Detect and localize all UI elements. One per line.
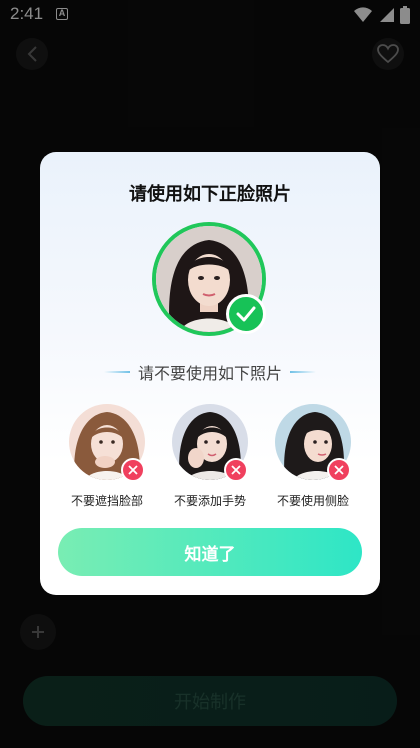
divider-left [103,371,130,373]
dialog-subtitle: 请不要使用如下照片 [137,364,282,383]
dialog-title: 请使用如下正脸照片 [129,184,291,205]
photo-guide-dialog: 请使用如下正脸照片 请不要使用如下照片 不要遮挡脸部 不要添加手势 不要使用侧脸… [40,152,380,595]
bad-example-item: 不要遮挡脸部 [57,404,157,514]
bad-example-label: 不要添加手势 [173,494,246,508]
subtitle-row: 请不要使用如下照片 [40,360,380,384]
bad-example-item: 不要使用侧脸 [263,404,363,514]
close-icon [327,458,351,482]
confirm-label: 知道了 [184,544,236,565]
close-icon [121,458,145,482]
bad-example-label: 不要遮挡脸部 [70,494,143,508]
bad-example-item: 不要添加手势 [160,404,260,514]
bad-example-label: 不要使用侧脸 [276,494,349,508]
close-icon [224,458,248,482]
divider-right [290,371,316,373]
confirm-button[interactable]: 知道了 [58,528,362,576]
checkmark-icon [226,294,266,334]
